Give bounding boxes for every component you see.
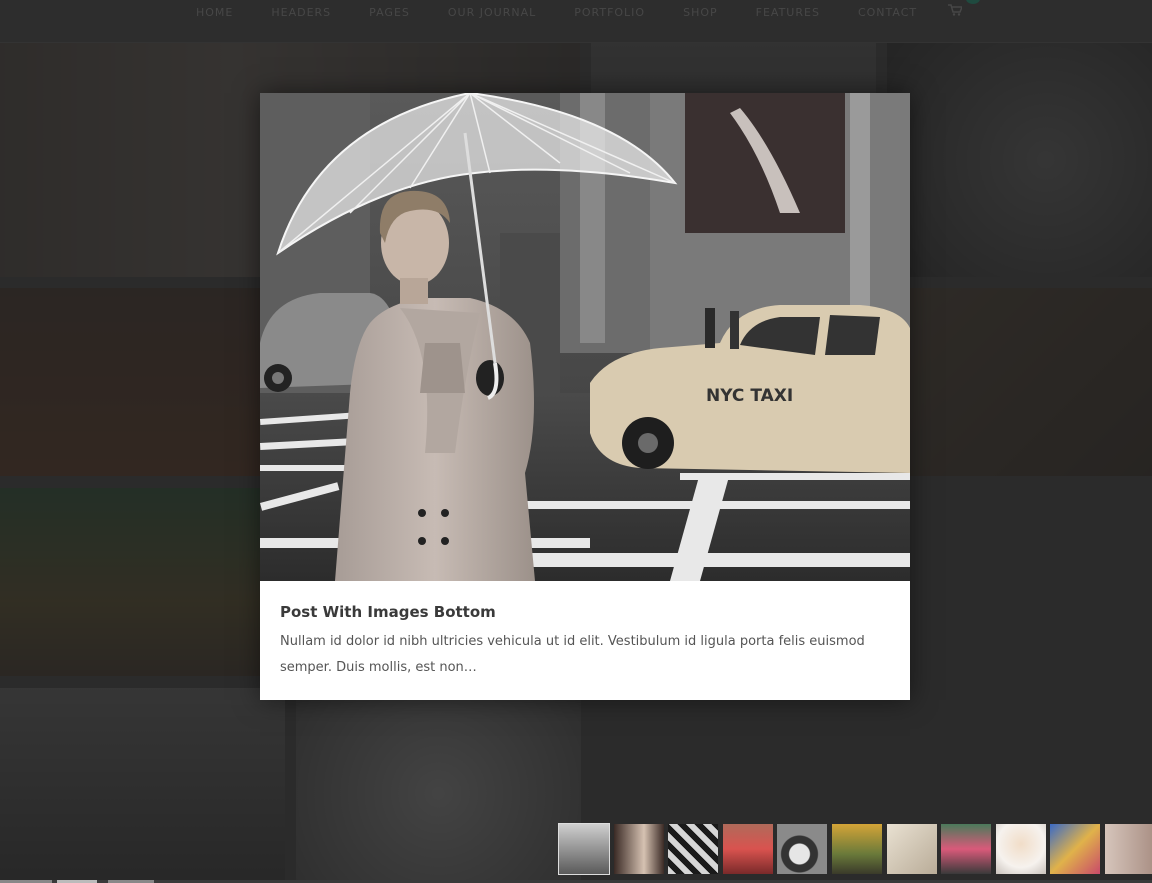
portfolio-tile-7[interactable]: [0, 688, 285, 880]
lightbox-modal: NYC TAXI Post With Images Bottom Nullam …: [260, 93, 910, 700]
nav-item-portfolio[interactable]: PORTFOLIO: [574, 6, 645, 20]
taxi-door-text: NYC TAXI: [706, 386, 793, 406]
shopping-cart-icon[interactable]: [948, 4, 964, 18]
thumbnail-11[interactable]: [1104, 824, 1152, 874]
cart-count-badge: [966, 0, 980, 4]
lightbox-title[interactable]: Post With Images Bottom: [280, 603, 890, 621]
lightbox-caption: Post With Images Bottom Nullam id dolor …: [280, 603, 890, 681]
thumbnail-9[interactable]: [995, 824, 1046, 874]
nav-item-contact[interactable]: CONTACT: [858, 6, 917, 20]
nav-item-pages[interactable]: PAGES: [369, 6, 410, 20]
nav-item-home[interactable]: HOME: [196, 6, 233, 20]
thumbnail-strip: [558, 823, 1152, 876]
thumbnail-10[interactable]: [1050, 824, 1101, 874]
portfolio-tile-5[interactable]: [887, 288, 1152, 476]
thumbnail-8[interactable]: [941, 824, 992, 874]
thumbnail-6[interactable]: [831, 824, 882, 874]
portfolio-tile-4[interactable]: [0, 288, 285, 476]
lightbox-excerpt: Nullam id dolor id nibh ultricies vehicu…: [280, 634, 865, 675]
portfolio-tile-6[interactable]: [0, 488, 285, 676]
lightbox-image[interactable]: NYC TAXI: [260, 93, 910, 581]
thumbnail-2[interactable]: [613, 824, 664, 874]
thumbnail-5[interactable]: [777, 824, 828, 874]
main-menu: HOME HEADERS PAGES OUR JOURNAL PORTFOLIO…: [196, 6, 955, 20]
top-navigation-bar: HOME HEADERS PAGES OUR JOURNAL PORTFOLIO…: [0, 0, 1152, 43]
thumbnail-1[interactable]: [558, 823, 610, 875]
nav-item-features[interactable]: FEATURES: [756, 6, 820, 20]
thumbnail-4[interactable]: [722, 824, 773, 874]
nav-item-headers[interactable]: HEADERS: [271, 6, 331, 20]
thumbnail-3[interactable]: [668, 824, 719, 874]
portfolio-tile-8[interactable]: [296, 688, 581, 880]
thumbnail-7[interactable]: [886, 824, 937, 874]
portfolio-tile-3[interactable]: [887, 43, 1152, 277]
nav-item-our-journal[interactable]: OUR JOURNAL: [448, 6, 536, 20]
nav-item-shop[interactable]: SHOP: [683, 6, 718, 20]
